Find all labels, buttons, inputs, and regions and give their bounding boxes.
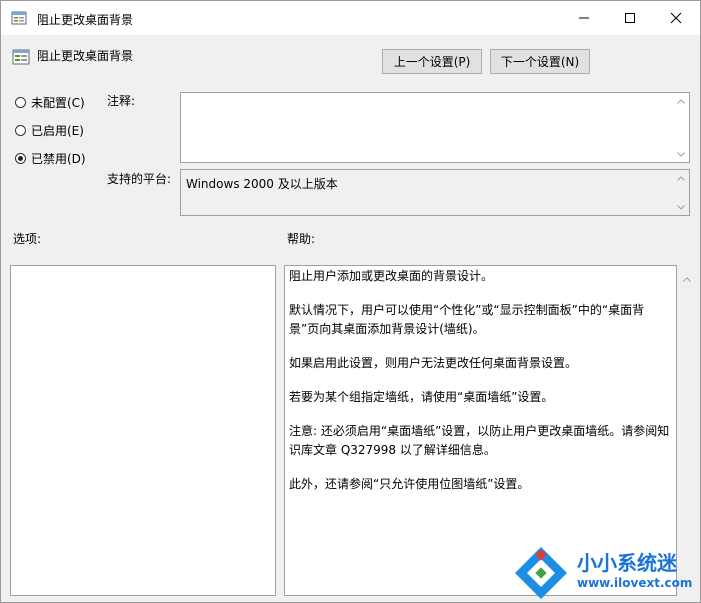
- help-paragraph: 注意: 还必须启用“桌面墙纸”设置，以防止用户更改桌面墙纸。请参阅知识库文章 Q…: [289, 424, 670, 457]
- options-label: 选项:: [13, 232, 42, 246]
- window-title: 阻止更改桌面背景: [37, 13, 134, 27]
- help-text: 阻止用户添加或更改桌面的背景设计。 默认情况下，用户可以使用“个性化”或“显示控…: [289, 267, 672, 509]
- setting-title: 阻止更改桌面背景: [37, 49, 134, 63]
- help-label: 帮助:: [287, 232, 316, 246]
- help-paragraph: 此外，还请参阅“只允许使用位图墙纸”设置。: [289, 477, 530, 491]
- brand-logo-icon: [515, 547, 567, 599]
- options-panel: [10, 265, 276, 596]
- previous-setting-button[interactable]: 上一个设置(P): [382, 49, 482, 74]
- radio-circle[interactable]: [15, 124, 26, 136]
- watermark-url: www.ilovext.com: [577, 576, 693, 590]
- close-button[interactable]: [653, 1, 699, 35]
- minimize-icon: [579, 17, 589, 19]
- radio-circle[interactable]: [15, 96, 26, 108]
- close-icon: [670, 12, 682, 24]
- comment-label: 注释:: [107, 94, 136, 108]
- scroll-up-icon[interactable]: [683, 271, 691, 285]
- policy-dialog-window: 阻止更改桌面背景 阻止更改桌面背景 上一个设置(P) 下一个设置(N) 未配置(…: [0, 0, 701, 603]
- platform-scrollbar[interactable]: [673, 170, 689, 215]
- radio-enabled[interactable]: 已启用(E): [15, 121, 84, 139]
- help-paragraph: 若要为某个组指定墙纸，请使用“桌面墙纸”设置。: [289, 390, 554, 404]
- next-setting-button[interactable]: 下一个设置(N): [490, 49, 590, 74]
- help-paragraph: 默认情况下，用户可以使用“个性化”或“显示控制面板”中的“桌面背景”页向其桌面添…: [289, 303, 645, 336]
- platform-value: Windows 2000 及以上版本: [186, 177, 338, 191]
- policy-setting-icon: [11, 11, 27, 25]
- scroll-down-icon[interactable]: [673, 146, 689, 162]
- policy-header-icon: [12, 49, 30, 65]
- radio-not-configured[interactable]: 未配置(C): [15, 93, 85, 111]
- title-bar[interactable]: 阻止更改桌面背景: [1, 1, 700, 35]
- comment-scrollbar[interactable]: [673, 93, 689, 162]
- minimize-button[interactable]: [561, 1, 607, 35]
- help-paragraph: 如果启用此设置，则用户无法更改任何桌面背景设置。: [289, 356, 578, 370]
- scroll-down-icon[interactable]: [673, 199, 689, 215]
- platform-field: Windows 2000 及以上版本: [180, 169, 690, 216]
- maximize-button[interactable]: [607, 1, 653, 35]
- radio-circle-selected[interactable]: [15, 152, 26, 164]
- radio-disabled[interactable]: 已禁用(D): [15, 149, 86, 167]
- comment-textarea[interactable]: [180, 92, 690, 163]
- scroll-up-icon[interactable]: [673, 170, 689, 186]
- help-paragraph: 阻止用户添加或更改桌面的背景设计。: [289, 269, 494, 283]
- scroll-up-icon[interactable]: [673, 93, 689, 109]
- watermark-title: 小小系统迷: [577, 551, 677, 575]
- platform-label: 支持的平台:: [107, 172, 172, 186]
- help-scrollbar[interactable]: [679, 265, 695, 596]
- maximize-icon: [625, 13, 635, 23]
